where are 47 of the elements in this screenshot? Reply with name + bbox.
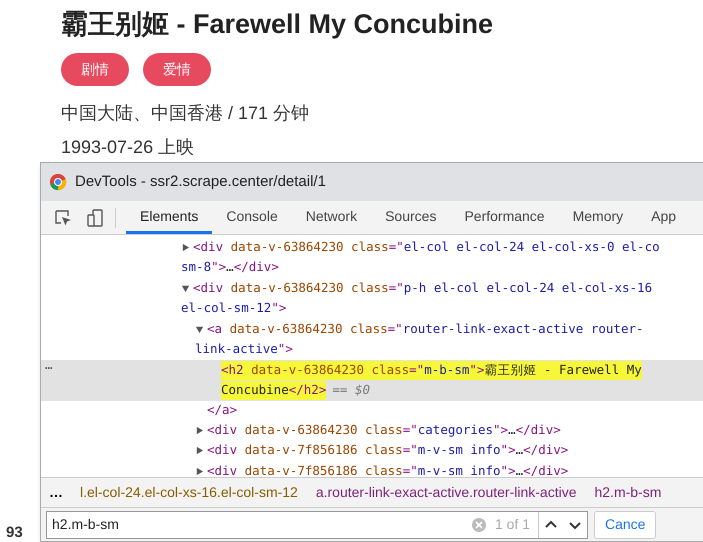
selected-marker: == $0 — [332, 381, 370, 400]
tree-row[interactable]: <div data-v-7f856186 class="m-v-sm info">…</div> — [41, 460, 703, 477]
breadcrumb[interactable]: a.router-link-exact-active.router-link-active — [306, 482, 586, 503]
tree-row[interactable]: <div data-v-63864230 class="p-h el-col el-col-24 el-col-xs-16 el-col-sm-12"> — [41, 278, 703, 319]
devtools-tab[interactable]: Memory — [558, 201, 638, 234]
code-line: <div data-v-63864230 class="categories">…</div> — [207, 420, 561, 439]
tree-row[interactable]: <div data-v-63864230 class="el-col el-col-24 el-col-xs-0 el-co sm-8">…</div> — [41, 237, 703, 278]
code-line: <a data-v-63864230 class="router-link-exact-active router- — [207, 320, 644, 338]
devtools-tab[interactable]: Network — [292, 201, 372, 234]
expand-triangle-icon[interactable] — [195, 426, 204, 434]
collapse-triangle-icon[interactable] — [181, 284, 190, 293]
browser-logo-icon — [49, 173, 67, 191]
score-text: 93 — [6, 522, 23, 542]
code-line: <div data-v-7f856186 class="m-v-sm info">…</div> — [207, 462, 568, 477]
category-tag[interactable]: 爱情 — [143, 53, 211, 86]
expand-triangle-icon[interactable] — [181, 242, 190, 252]
code-line: el-col-sm-12"> — [181, 299, 286, 318]
expand-triangle-icon[interactable] — [195, 466, 204, 476]
tree-row[interactable]: <div data-v-63864230 class="categories">…</div> — [41, 420, 703, 440]
cancel-button[interactable]: Cance — [594, 510, 656, 538]
devtools-tab[interactable]: Sources — [371, 201, 450, 234]
collapse-triangle-icon[interactable] — [195, 324, 204, 334]
device-toolbar-icon[interactable] — [85, 208, 105, 228]
code-line: <div data-v-63864230 class="p-h el-col el-col-24 el-col-xs-16 — [193, 278, 652, 297]
code-line: <div data-v-63864230 class="el-col el-col-24 el-col-xs-0 el-co — [193, 238, 660, 256]
more-crumbs-button[interactable]: … — [41, 482, 71, 503]
info-text: 1993-07-26 上映 — [61, 137, 196, 157]
category-tag[interactable]: 剧情 — [61, 53, 129, 86]
breadcrumb[interactable]: l.el-col-24.el-col-xs-16.el-col-sm-12 — [71, 482, 307, 503]
devtools-tab[interactable]: Console — [212, 201, 292, 234]
search-field[interactable]: h2.m-b-sm 1 of 1 — [46, 510, 588, 538]
devtools-tab[interactable]: Elements — [126, 201, 212, 234]
movie-title: 霸王别姬 - Farewell My Concubine — [61, 8, 494, 41]
devtools-tab[interactable]: Performance — [450, 201, 559, 234]
info-text: 中国大陆、中国香港 / 171 分钟 — [61, 102, 310, 125]
selected-row[interactable]: … <h2 data-v-63864230 class="m-b-sm">霸王别姬 - Farewell My Concubine</h2> == $0 — [41, 360, 703, 401]
code-line: sm-8">…</div> — [181, 258, 279, 276]
tree-row[interactable]: <div data-v-7f856186 class="m-v-sm info">…</div> — [41, 440, 703, 461]
inspect-icon[interactable] — [53, 208, 73, 228]
code-line: link-active"> — [195, 340, 293, 358]
match-count: 1 of 1 — [494, 515, 530, 534]
window-title: DevTools - ssr2.scrape.center/detail/1 — [75, 172, 326, 192]
expand-triangle-icon[interactable] — [195, 446, 204, 455]
closing-tag: </a> — [207, 401, 238, 420]
devtools-tab[interactable]: App — [637, 201, 690, 234]
code-line: <div data-v-7f856186 class="m-v-sm info">…</div> — [207, 441, 568, 460]
breadcrumb[interactable]: h2.m-b-sm — [585, 482, 670, 503]
